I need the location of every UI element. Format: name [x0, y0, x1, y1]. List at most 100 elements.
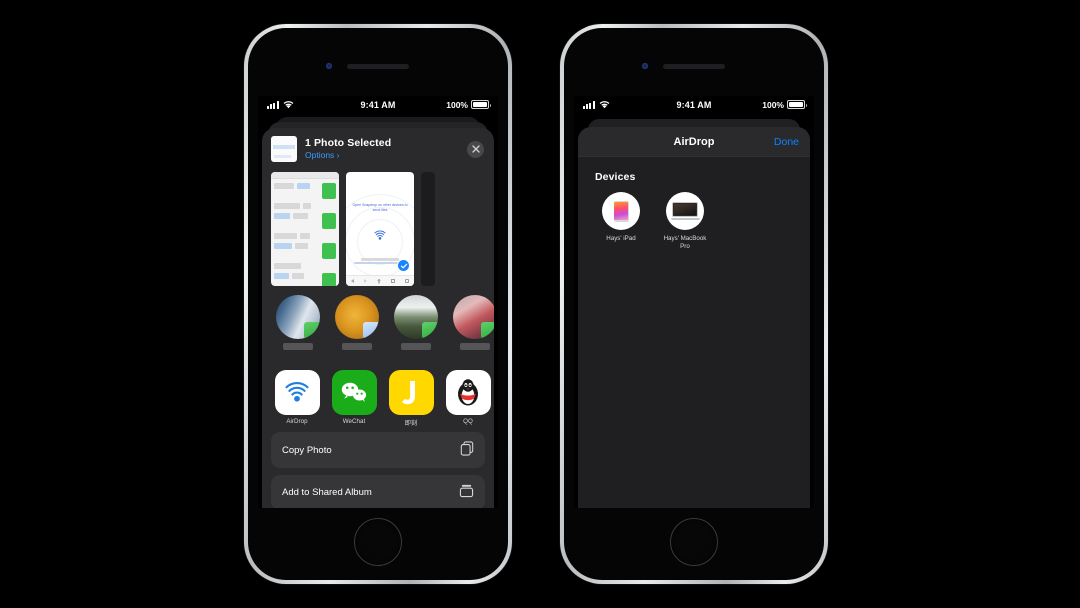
battery-full-icon [787, 100, 807, 109]
share-apps-row[interactable]: AirDrop WeChat 即刻 QQ [262, 364, 494, 427]
iphone-right: 9:41 AM 100% AirDrop Done Devices Hays' … [560, 24, 828, 584]
avatar [453, 295, 494, 339]
device-name: Hays' MacBook Pro [663, 235, 707, 251]
share-sheet-header-texts: 1 Photo Selected Options › [305, 136, 459, 161]
front-camera-icon [642, 63, 648, 69]
contact-avatar-3[interactable] [392, 295, 440, 364]
status-bar-right: 100% [762, 99, 807, 110]
wifi-icon [599, 100, 610, 109]
airdrop-radar-icon [373, 228, 388, 248]
status-bar-left [583, 100, 610, 109]
contact-name-placeholder [401, 343, 431, 350]
action-copy-photo[interactable]: Copy Photo [271, 432, 485, 468]
home-button[interactable] [670, 518, 718, 566]
earpiece-speaker [347, 64, 409, 69]
front-camera-icon [326, 63, 332, 69]
chat-row [271, 259, 339, 269]
cellular-bars-icon [267, 101, 279, 109]
chat-screenshot-thumbnail[interactable] [271, 172, 339, 286]
share-sheet: 1 Photo Selected Options › Open Snapdrop… [262, 128, 494, 508]
checkmark-icon [397, 259, 410, 272]
jike-icon [388, 370, 434, 415]
action-add-to-shared-album[interactable]: Add to Shared Album [271, 475, 485, 508]
status-bar: 9:41 AM 100% [574, 96, 814, 113]
share-app-qq[interactable]: QQ [445, 370, 491, 426]
iphone-right-screen: 9:41 AM 100% AirDrop Done Devices Hays' … [574, 96, 814, 508]
airdrop-icon [274, 370, 320, 415]
chat-topbar [271, 172, 339, 179]
chat-row [271, 209, 339, 229]
battery-full-icon [471, 100, 491, 109]
app-badge [304, 322, 320, 339]
avatar [276, 295, 320, 339]
macbook-pro-icon [666, 192, 704, 230]
shared-album-icon [459, 484, 474, 501]
share-app-label: 即刻 [404, 420, 418, 427]
ipad-glyph [613, 200, 629, 222]
contact-name-placeholder [283, 343, 313, 350]
snapdrop-screenshot-thumbnail[interactable]: Open Snapdrop on other devices to send f… [346, 172, 414, 286]
action-label: Copy Photo [282, 444, 332, 456]
avatar [335, 295, 379, 339]
status-bar-right: 100% [446, 99, 491, 110]
contact-name-placeholder [342, 343, 372, 350]
device-hays-macbook-pro[interactable]: Hays' MacBook Pro [659, 192, 711, 252]
iphone-left: 9:41 AM 100% 1 Photo Selected Options › … [244, 24, 512, 584]
chat-row [271, 239, 339, 259]
chat-row [271, 179, 339, 199]
share-app-wechat[interactable]: WeChat [331, 370, 377, 426]
app-badge [422, 322, 438, 339]
airdrop-sheet-stack: AirDrop Done Devices Hays' iPad Hays' Ma… [574, 113, 814, 508]
wechat-icon [331, 370, 377, 415]
earpiece-speaker [663, 64, 725, 69]
share-sheet-title: 1 Photo Selected [305, 136, 392, 149]
home-button[interactable] [354, 518, 402, 566]
copy-icon [460, 441, 474, 459]
battery-percent-label: 100% [446, 99, 468, 110]
photo-strip[interactable]: Open Snapdrop on other devices to send f… [262, 170, 494, 286]
devices-list[interactable]: Hays' iPad Hays' MacBook Pro [578, 192, 810, 252]
chat-row [271, 269, 339, 286]
contact-name-placeholder [460, 343, 490, 350]
photo-thumbnail-partial[interactable] [421, 172, 435, 286]
screenshot-stage: 9:41 AM 100% 1 Photo Selected Options › … [0, 0, 1080, 608]
selected-photo-thumbnail [271, 136, 297, 162]
avatar [394, 295, 438, 339]
share-actions-list[interactable]: Copy Photo Add to Shared Album [262, 426, 494, 508]
share-app-label: WeChat [342, 418, 366, 425]
iphone-left-body: 9:41 AM 100% 1 Photo Selected Options › … [248, 28, 508, 580]
share-sheet-stack: 1 Photo Selected Options › Open Snapdrop… [258, 113, 498, 508]
app-badge [363, 322, 379, 339]
suggested-contacts-row[interactable] [262, 286, 494, 364]
airdrop-sheet: AirDrop Done Devices Hays' iPad Hays' Ma… [578, 127, 810, 508]
share-app-jike[interactable]: 即刻 [388, 370, 434, 427]
app-badge [481, 322, 494, 339]
share-app-label: AirDrop [286, 418, 308, 425]
battery-percent-label: 100% [762, 99, 784, 110]
close-icon[interactable] [467, 140, 484, 158]
share-app-label: QQ [463, 418, 473, 425]
device-hays-ipad[interactable]: Hays' iPad [595, 192, 647, 252]
wifi-icon [283, 100, 294, 109]
done-button[interactable]: Done [774, 136, 799, 148]
status-bar: 9:41 AM 100% [258, 96, 498, 113]
safari-toolbar [346, 275, 414, 286]
qq-icon [445, 370, 491, 415]
snapdrop-caption: Open Snapdrop on other devices to send f… [352, 202, 408, 213]
contact-avatar-2[interactable] [333, 295, 381, 364]
device-name: Hays' iPad [606, 235, 636, 242]
ipad-icon [602, 192, 640, 230]
status-bar-left [267, 100, 294, 109]
contact-avatar-4[interactable] [451, 295, 494, 364]
contact-avatar-1[interactable] [274, 295, 322, 364]
macbook-glyph [670, 202, 700, 220]
airdrop-title: AirDrop [673, 135, 715, 148]
share-sheet-header: 1 Photo Selected Options › [262, 128, 494, 170]
iphone-right-body: 9:41 AM 100% AirDrop Done Devices Hays' … [564, 28, 824, 580]
chat-row [271, 199, 339, 209]
devices-section-title: Devices [595, 171, 636, 183]
options-link[interactable]: Options › [305, 150, 459, 161]
share-app-airdrop[interactable]: AirDrop [274, 370, 320, 426]
action-label: Add to Shared Album [282, 487, 372, 498]
iphone-left-screen: 9:41 AM 100% 1 Photo Selected Options › … [258, 96, 498, 508]
